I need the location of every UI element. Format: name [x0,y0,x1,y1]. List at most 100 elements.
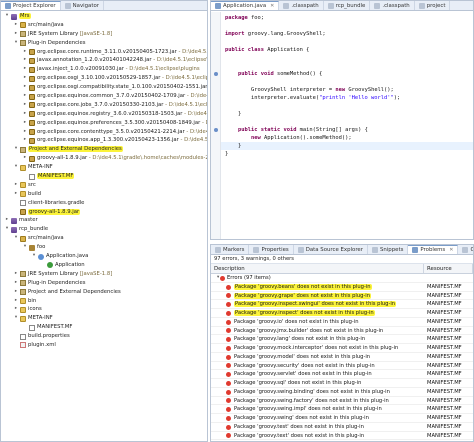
tab-markers[interactable]: Markers [211,245,250,254]
tree-item[interactable]: ▸ Plug-in Dependencies [1,279,207,288]
tree-item[interactable]: ▸ src [1,181,207,190]
tree-item[interactable]: ▸ JRE System Library [JavaSE-1.8] [1,30,207,39]
expand-right-icon[interactable]: ▸ [22,65,28,74]
expand-right-icon[interactable]: ▸ [4,216,10,225]
problem-row[interactable]: Package 'groovy.text' does not exist in … [211,432,473,441]
problem-row[interactable]: Package 'groovy.inspect.swingui' does no… [211,300,473,309]
problem-row[interactable]: Package 'groovy.inspect' does not exist … [211,309,473,318]
expand-right-icon[interactable]: ▸ [22,154,28,163]
tree-item[interactable]: ▾ rcp_bundle [1,225,207,234]
expand-right-icon[interactable]: ▸ [22,83,28,92]
problem-row[interactable]: Package 'groovy.swing' does not exist in… [211,414,473,423]
tree-item[interactable]: ▸ src/main/java [1,21,207,30]
problem-row[interactable]: Package 'groovy.io' does not exist in th… [211,318,473,327]
tab-problems[interactable]: Problems ✕ [408,245,459,254]
tree-item[interactable]: ▸ build [1,190,207,199]
expand-down-icon[interactable]: ▾ [217,274,219,283]
tree-item[interactable]: ▾ foo [1,243,207,252]
tab-application-java[interactable]: Application.java ✕ [211,1,280,10]
error-group-row[interactable]: ▾ Errors (97 items) [211,274,473,283]
tree-item[interactable]: ▸ org.eclipse.core.contenttype_3.5.0.v201… [1,128,207,137]
expand-down-icon[interactable]: ▾ [13,39,19,48]
expand-right-icon[interactable]: ▸ [22,128,28,137]
expand-down-icon[interactable]: ▾ [4,12,10,21]
tab-properties[interactable]: Properties [249,245,294,254]
tree-item[interactable]: ▾ Application.java [1,252,207,261]
problem-row[interactable]: Package 'groovy.servlet' does not exist … [211,370,473,379]
expand-down-icon[interactable]: ▾ [13,163,19,172]
expand-right-icon[interactable]: ▸ [13,279,19,288]
tree-item[interactable]: ▾ Plug-in Dependencies [1,39,207,48]
tree-item[interactable]: ▸ org.eclipse.equinox.preferences_3.5.300… [1,119,207,128]
tree-item[interactable]: ▸ Project and External Dependencies [1,288,207,297]
problem-row[interactable]: Package 'groovy.swing.factory' does not … [211,397,473,406]
tree-item[interactable]: Application [1,261,207,270]
tree-item[interactable]: MANIFEST.MF [1,172,207,181]
tree-item[interactable]: ▾ Project and External Dependencies [1,145,207,154]
expand-right-icon[interactable]: ▸ [22,136,28,145]
tree-item[interactable]: build.properties [1,332,207,341]
expand-right-icon[interactable]: ▸ [13,288,19,297]
expand-right-icon[interactable]: ▸ [22,92,28,101]
code-area[interactable]: package foo; import groovy.lang.GroovyShe… [211,12,473,239]
tree-item[interactable]: ▸ org.eclipse.osgi_3.10.100.v20150529-185… [1,74,207,83]
tree-item[interactable]: ▾ src/main/java [1,234,207,243]
tree-item[interactable]: plugin.xml [1,341,207,350]
close-icon[interactable]: ✕ [449,247,453,253]
expand-right-icon[interactable]: ▸ [13,181,19,190]
tree-item[interactable]: MANIFEST.MF [1,323,207,332]
tree-item[interactable]: groovy-all-1.8.9.jar [1,208,207,217]
tree-item[interactable]: ▸ org.eclipse.core.runtime_3.11.0.v201504… [1,48,207,57]
tab-project[interactable]: project [415,1,451,10]
column-description[interactable]: Description [211,264,424,273]
tree-item[interactable]: ▸ org.eclipse.equinox.common_3.7.0.v20150… [1,92,207,101]
problem-row[interactable]: Package 'groovy.mock.interceptor' does n… [211,344,473,353]
problem-row[interactable]: Package 'groovy.test' does not exist in … [211,423,473,432]
expand-right-icon[interactable]: ▸ [13,297,19,306]
tab-project-explorer[interactable]: Project Explorer [1,1,61,10]
expand-right-icon[interactable]: ▸ [22,101,28,110]
tree-item[interactable]: ▾ Mrs [1,12,207,21]
expand-right-icon[interactable]: ▸ [22,56,28,65]
tree-item[interactable]: ▸ org.eclipse.osgi.compatibility.state_1.… [1,83,207,92]
tab-data-source-explorer[interactable]: Data Source Explorer [294,245,368,254]
tree-item[interactable]: ▾ META-INF [1,163,207,172]
problem-row[interactable]: Package 'groovy.jmx.builder' does not ex… [211,327,473,336]
problem-row[interactable]: Package 'groovy.swing.impl' does not exi… [211,405,473,414]
expand-right-icon[interactable]: ▸ [13,30,19,39]
tree-item[interactable]: ▸ icons [1,305,207,314]
expand-down-icon[interactable]: ▾ [13,145,19,154]
tab-navigator[interactable]: Navigator [61,1,104,10]
problem-row[interactable]: Package 'groovy.lang' does not exist in … [211,335,473,344]
expand-right-icon[interactable]: ▸ [22,74,28,83]
problem-row[interactable]: Package 'groovy.security' does not exist… [211,362,473,371]
tree-item[interactable]: ▸ JRE System Library [JavaSE-1.8] [1,270,207,279]
tree-item[interactable]: ▸ master [1,216,207,225]
problem-row[interactable]: Package 'groovy.model' does not exist in… [211,353,473,362]
tree-item[interactable]: ▸ javax.annotation_1.2.0.v201401042248.ja… [1,56,207,65]
problem-row[interactable]: Package 'groovy.swing.binding' does not … [211,388,473,397]
expand-right-icon[interactable]: ▸ [13,21,19,30]
tab-snippets[interactable]: Snippets [368,245,409,254]
tree-item[interactable]: ▾ META-INF [1,314,207,323]
expand-down-icon[interactable]: ▾ [4,225,10,234]
expand-down-icon[interactable]: ▾ [31,252,37,261]
problem-row[interactable]: Package 'groovy.beans' does not exist in… [211,283,473,292]
problem-row[interactable]: Package 'groovy.sql' does not exist in t… [211,379,473,388]
expand-right-icon[interactable]: ▸ [22,48,28,57]
column-resource[interactable]: Resource [424,264,473,273]
tree-item[interactable]: ▸ groovy-all-1.8.9.jar - D:\ide4.5.1\grad… [1,154,207,163]
tree-item[interactable]: ▸ org.eclipse.equinox.app_1.3.300.v201504… [1,136,207,145]
problem-row[interactable]: Package 'groovy.grape' does not exist in… [211,292,473,301]
close-icon[interactable]: ✕ [270,3,274,9]
tree-item[interactable]: ▸ org.eclipse.core.jobs_3.7.0.v20150330-2… [1,101,207,110]
expand-right-icon[interactable]: ▸ [13,270,19,279]
expand-right-icon[interactable]: ▸ [22,119,28,128]
expand-down-icon[interactable]: ▾ [13,234,19,243]
tab-classpath[interactable]: .classpath [370,1,415,10]
expand-down-icon[interactable]: ▾ [13,314,19,323]
expand-right-icon[interactable]: ▸ [22,110,28,119]
expand-right-icon[interactable]: ▸ [13,190,19,199]
tree-item[interactable]: ▸ bin [1,297,207,306]
tree-item[interactable]: ▸ javax.inject_1.0.0.v20091030.jar - D:\i… [1,65,207,74]
